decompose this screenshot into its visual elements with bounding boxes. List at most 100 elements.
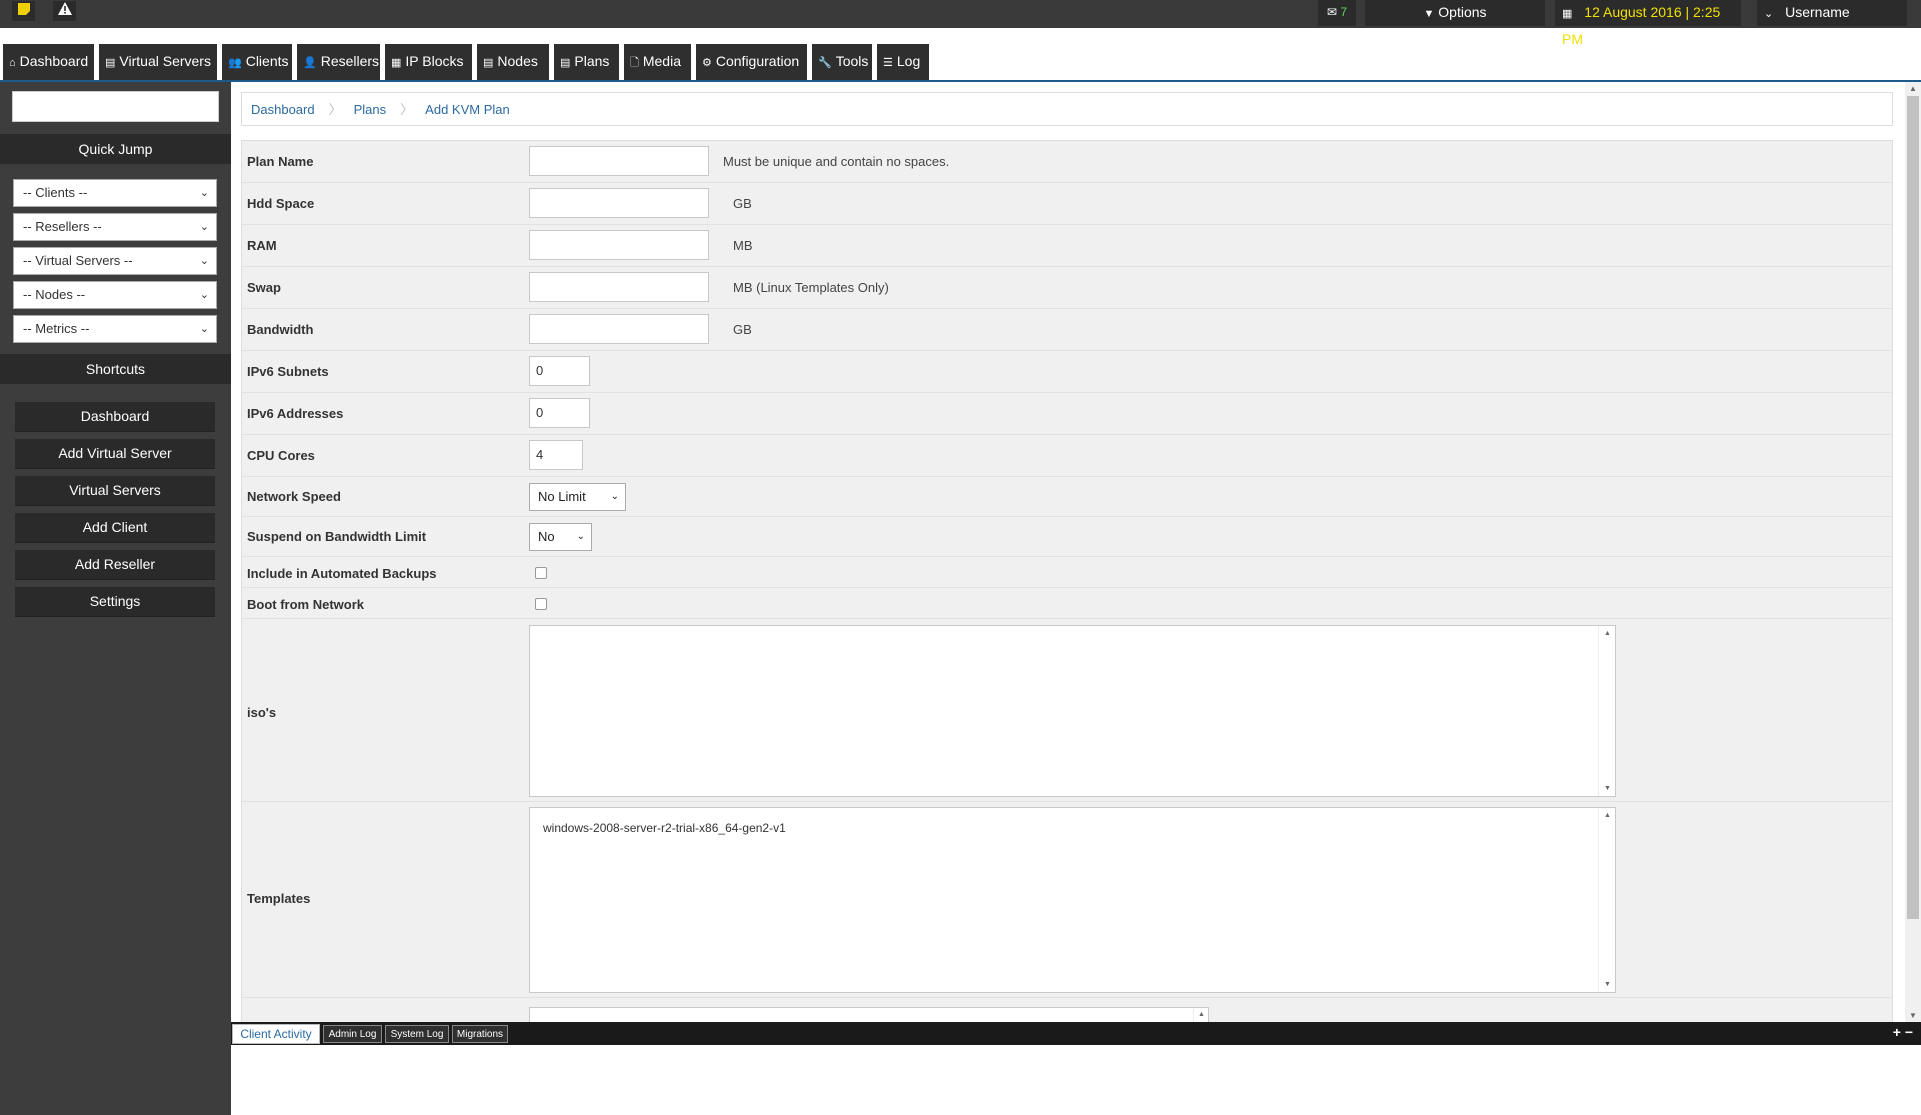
tab-label: Plans — [574, 53, 610, 69]
tab-label: Log — [896, 53, 921, 69]
tab-tools[interactable]: 🔧 Tools — [812, 44, 872, 80]
log-panel-controls[interactable]: + − — [1893, 1024, 1913, 1040]
suspend-bandwidth-row: Suspend on Bandwidth Limit No ⌄ — [242, 517, 1892, 557]
scroll-down-icon[interactable]: ▼ — [1604, 981, 1611, 988]
scroll-up-icon[interactable]: ▲ — [1198, 1011, 1205, 1018]
tab-client-activity[interactable]: Client Activity — [232, 1024, 320, 1044]
tab-ip-blocks[interactable]: ▦ IP Blocks — [385, 44, 472, 80]
select-value: -- Virtual Servers -- — [23, 253, 133, 268]
hdd-space-input[interactable] — [529, 188, 709, 218]
shortcut-add-client[interactable]: Add Client — [15, 513, 215, 543]
user-menu[interactable]: ⌄ Username — [1757, 0, 1907, 26]
top-bar: ✉ 7 ▼ Options ▦ 12 August 2016 | 2:25 PM… — [0, 0, 1921, 47]
user-icon: 👤 — [303, 57, 317, 69]
server-icon: ▤ — [483, 57, 494, 69]
scrollbar-thumb[interactable] — [1907, 96, 1919, 919]
server-icon: ▤ — [105, 57, 116, 69]
scroll-up-icon[interactable]: ▲ — [1604, 812, 1611, 819]
tab-plans[interactable]: ▤ Plans — [554, 44, 619, 80]
tab-configuration[interactable]: ⚙ Configuration — [696, 44, 807, 80]
templates-scrollbar[interactable]: ▲ ▼ — [1598, 808, 1615, 992]
breadcrumb-plans[interactable]: Plans — [354, 102, 387, 117]
suspend-bandwidth-label: Suspend on Bandwidth Limit — [247, 529, 427, 544]
virtual-servers-select[interactable]: -- Virtual Servers -- ⌄ — [13, 247, 217, 275]
wrench-icon: 🔧 — [818, 57, 832, 69]
datetime-text: 12 August 2016 | 2:25 PM — [1562, 4, 1721, 47]
network-speed-row: Network Speed No Limit ⌄ — [242, 477, 1892, 517]
cpu-cores-input[interactable]: 4 — [529, 440, 583, 470]
scroll-up-icon[interactable]: ▲ — [1604, 630, 1611, 637]
swap-input[interactable] — [529, 272, 709, 302]
hdd-space-unit: GB — [733, 196, 752, 211]
scroll-down-icon[interactable]: ▼ — [1604, 785, 1611, 792]
envelope-icon: ✉ — [1326, 5, 1338, 19]
tab-virtual-servers[interactable]: ▤ Virtual Servers — [99, 44, 217, 80]
metrics-select[interactable]: -- Metrics -- ⌄ — [13, 315, 217, 343]
plan-name-row: Plan Name Must be unique and contain no … — [242, 141, 1892, 183]
breadcrumb-add-kvm-plan[interactable]: Add KVM Plan — [425, 102, 510, 117]
tab-media[interactable]: 🗋 Media — [624, 44, 691, 80]
nodes-select[interactable]: -- Nodes -- ⌄ — [13, 281, 217, 309]
shortcut-dashboard[interactable]: Dashboard — [15, 402, 215, 432]
suspend-bandwidth-select[interactable]: No ⌄ — [529, 523, 592, 551]
cpu-cores-row: CPU Cores 4 — [242, 435, 1892, 477]
auto-backups-checkbox[interactable] — [535, 567, 547, 579]
tab-clients[interactable]: 👥 Clients — [222, 44, 292, 80]
bandwidth-row: Bandwidth GB — [242, 309, 1892, 351]
tab-migrations[interactable]: Migrations — [452, 1025, 508, 1043]
mail-button[interactable]: ✉ 7 — [1318, 0, 1356, 26]
sidebar-search-input[interactable] — [12, 91, 219, 122]
scroll-down-icon[interactable]: ▼ — [1909, 1011, 1917, 1020]
network-speed-label: Network Speed — [247, 489, 341, 504]
tab-admin-log[interactable]: Admin Log — [323, 1025, 382, 1043]
cpu-cores-label: CPU Cores — [247, 448, 315, 463]
sticky-note-icon[interactable] — [12, 1, 35, 21]
tab-system-log[interactable]: System Log — [385, 1025, 449, 1043]
shortcut-settings[interactable]: Settings — [15, 587, 215, 617]
chevron-down-icon: ⌄ — [199, 289, 209, 301]
next-listbox[interactable]: ▲ — [529, 1007, 1209, 1022]
tab-label: IP Blocks — [405, 53, 464, 69]
username-label: Username — [1785, 4, 1850, 20]
ipv6-subnets-row: IPv6 Subnets 0 — [242, 351, 1892, 393]
resellers-select[interactable]: -- Resellers -- ⌄ — [13, 213, 217, 241]
chevron-down-icon: ⌄ — [199, 323, 209, 335]
tab-log[interactable]: ☰ Log — [877, 44, 929, 80]
shortcut-virtual-servers[interactable]: Virtual Servers — [15, 476, 215, 506]
scroll-up-icon[interactable]: ▲ — [1909, 84, 1917, 93]
select-value: -- Resellers -- — [23, 219, 102, 234]
shortcuts-heading: Shortcuts — [0, 354, 231, 384]
network-speed-select[interactable]: No Limit ⌄ — [529, 483, 626, 511]
tab-dashboard[interactable]: ⌂ Dashboard — [3, 44, 94, 80]
page-scrollbar[interactable]: ▲ ▼ — [1905, 82, 1921, 1022]
ipv6-subnets-label: IPv6 Subnets — [247, 364, 329, 379]
isos-label: iso's — [247, 705, 277, 720]
chevron-down-icon: ⌄ — [576, 531, 585, 542]
ipv6-addresses-input[interactable]: 0 — [529, 398, 590, 428]
templates-listbox[interactable]: windows-2008-server-r2-trial-x86_64-gen2… — [529, 807, 1616, 993]
boot-network-checkbox[interactable] — [535, 598, 547, 610]
breadcrumb-dashboard[interactable]: Dashboard — [251, 102, 315, 117]
tab-nodes[interactable]: ▤ Nodes — [477, 44, 549, 80]
template-option[interactable]: windows-2008-server-r2-trial-x86_64-gen2… — [543, 821, 786, 835]
ram-label: RAM — [247, 238, 277, 253]
plan-name-input[interactable] — [529, 146, 709, 176]
tab-label: Media — [642, 53, 681, 69]
ram-input[interactable] — [529, 230, 709, 260]
breadcrumb: Dashboard 〉 Plans 〉 Add KVM Plan — [241, 92, 1893, 126]
shortcut-add-virtual-server[interactable]: Add Virtual Server — [15, 439, 215, 469]
isos-row: iso's ▲ ▼ — [242, 619, 1892, 802]
chevron-down-icon: ⌄ — [199, 221, 209, 233]
isos-listbox[interactable]: ▲ ▼ — [529, 625, 1616, 797]
bandwidth-input[interactable] — [529, 314, 709, 344]
next-listbox-scrollbar[interactable]: ▲ — [1193, 1008, 1208, 1022]
options-label: Options — [1438, 4, 1487, 20]
templates-row: Templates windows-2008-server-r2-trial-x… — [242, 802, 1892, 998]
isos-scrollbar[interactable]: ▲ ▼ — [1598, 626, 1615, 796]
shortcut-add-reseller[interactable]: Add Reseller — [15, 550, 215, 580]
options-button[interactable]: ▼ Options — [1365, 0, 1545, 26]
clients-select[interactable]: -- Clients -- ⌄ — [13, 179, 217, 207]
warning-icon[interactable] — [53, 1, 76, 21]
ipv6-subnets-input[interactable]: 0 — [529, 356, 590, 386]
tab-resellers[interactable]: 👤 Resellers — [297, 44, 380, 80]
